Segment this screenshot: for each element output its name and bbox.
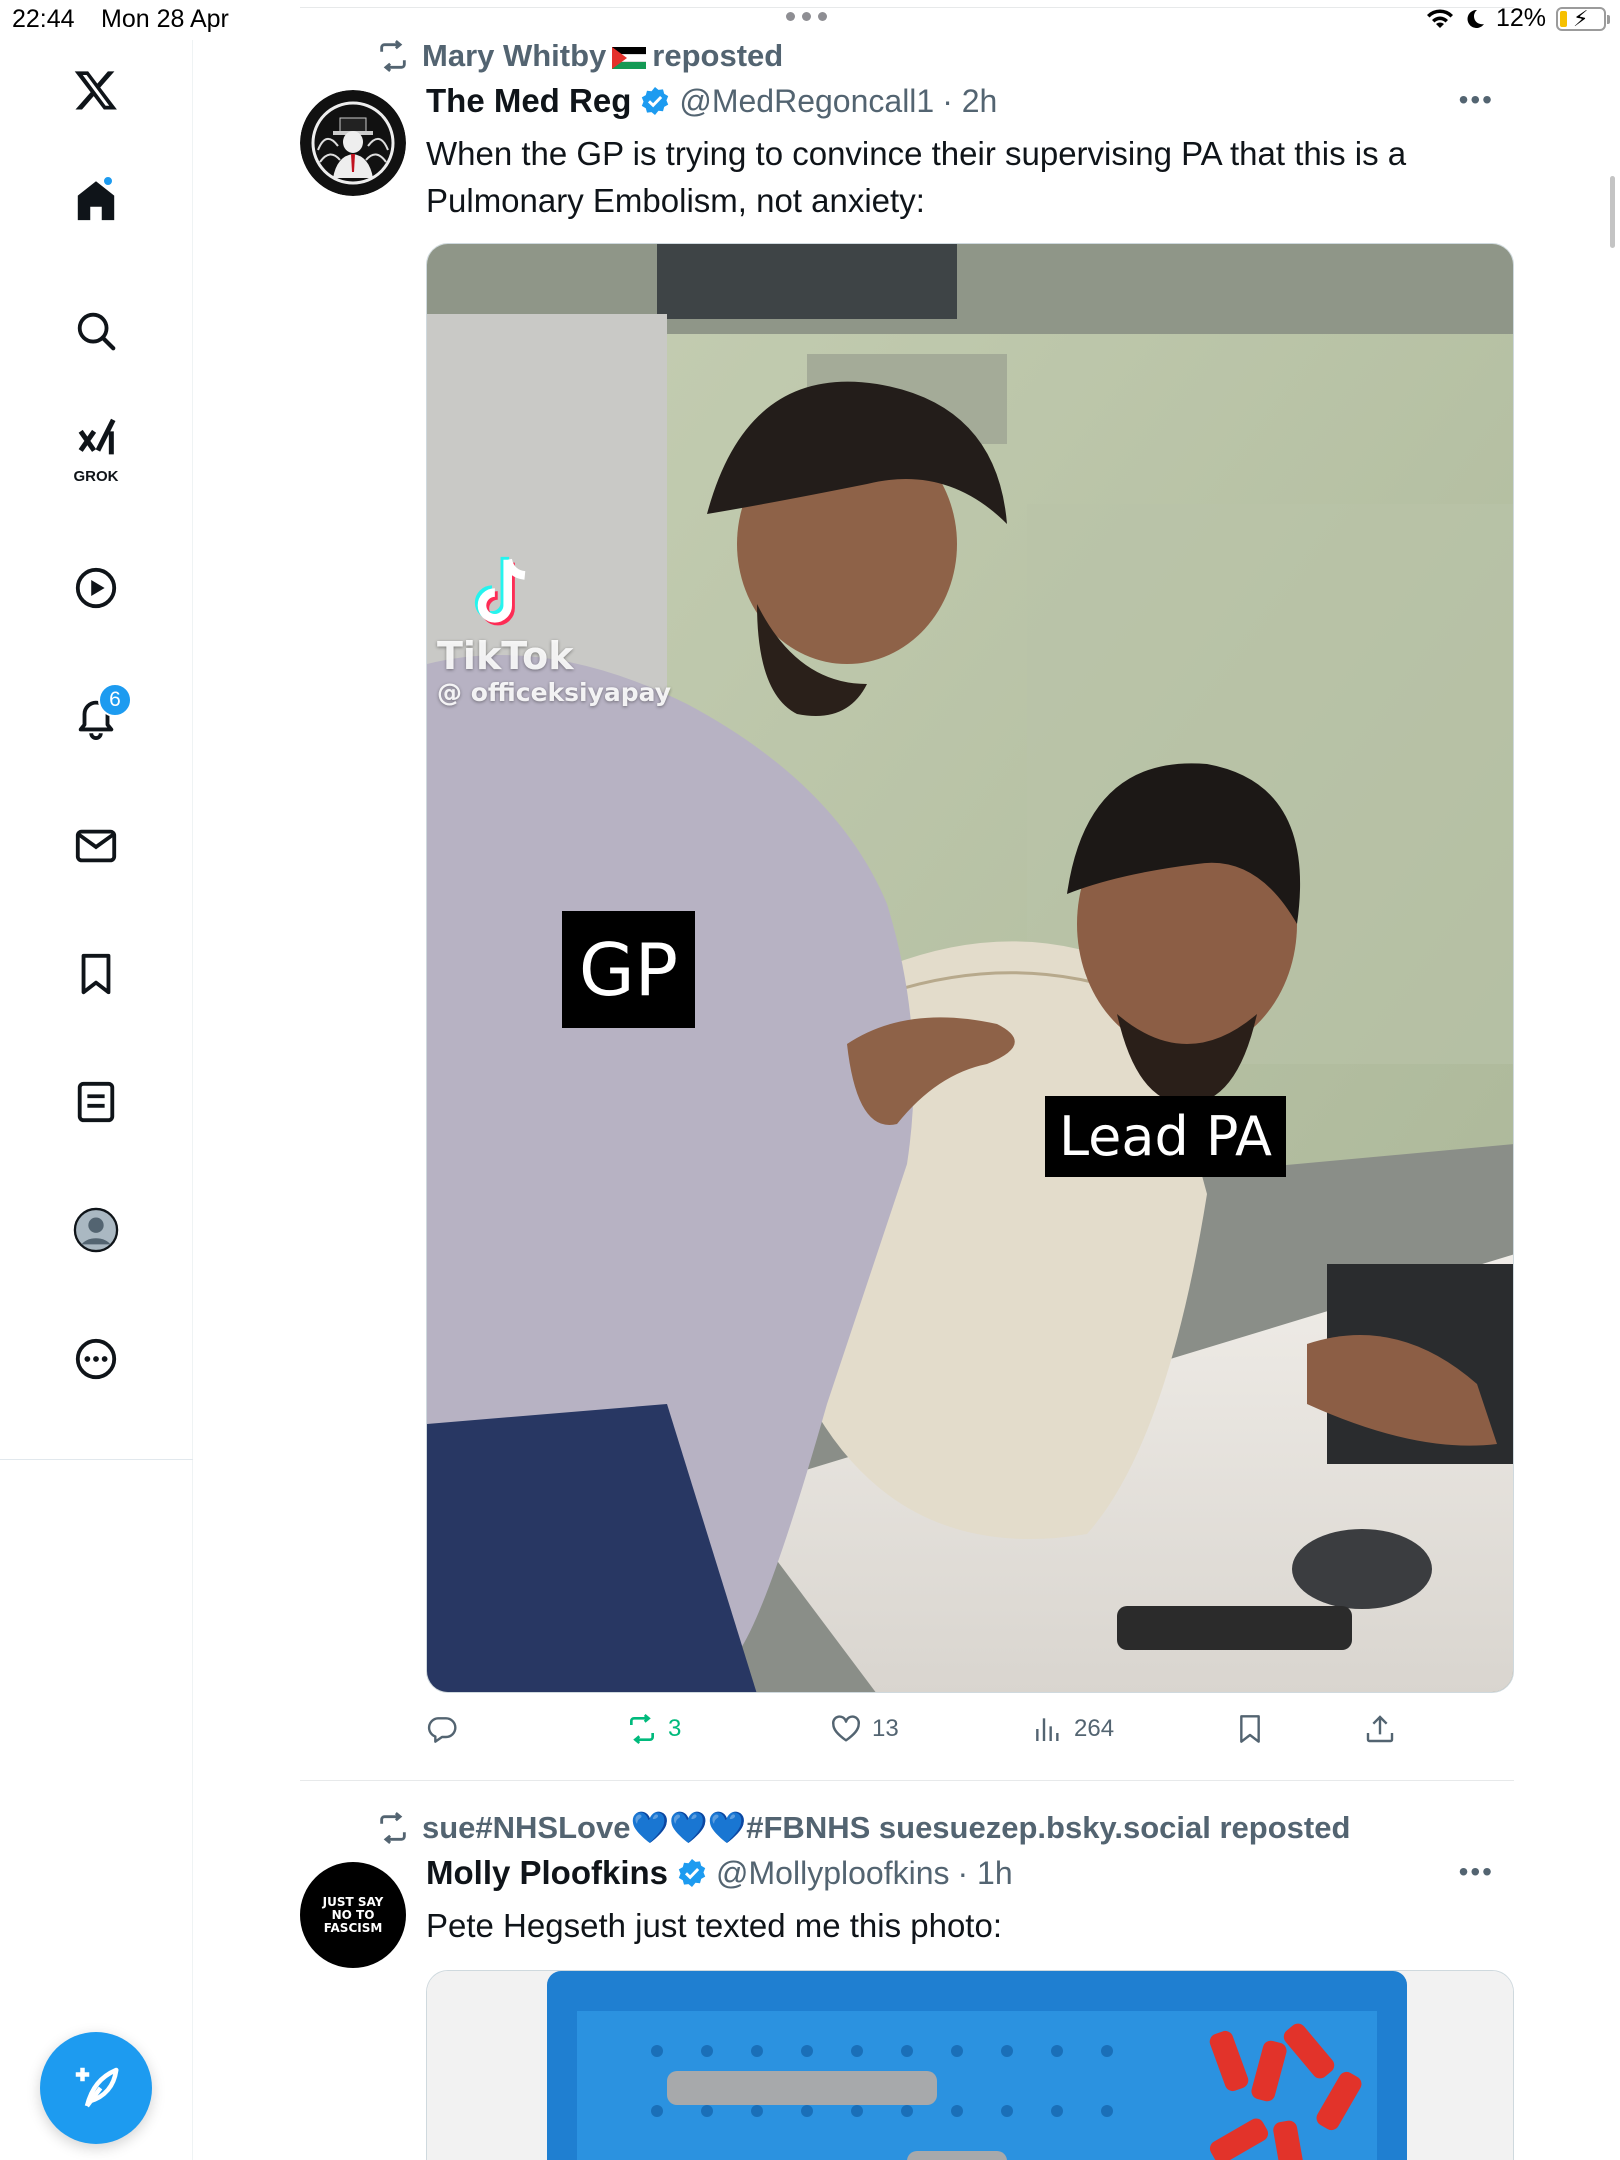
more-options-icon[interactable]: ••• [1459, 84, 1494, 116]
verified-badge-icon [678, 1859, 706, 1887]
repost-count: 3 [668, 1715, 682, 1742]
repost-user[interactable]: Mary Whitby [422, 38, 606, 73]
repost-icon [630, 1713, 654, 1745]
like-count: 13 [872, 1715, 899, 1742]
reply-icon [427, 1717, 457, 1743]
repost-context[interactable]: sue#NHSLove💙💙💙#FBNHS suesuezep.bsky.soci… [376, 1809, 1350, 1846]
sidebar-item-profile[interactable] [60, 1194, 132, 1266]
share-button[interactable] [1364, 1713, 1396, 1745]
repost-context[interactable]: Mary Whitby reposted [376, 38, 783, 74]
sidebar-item-messages[interactable] [60, 810, 132, 882]
views-chart-icon [1036, 1718, 1059, 1741]
scrollbar-thumb[interactable] [1610, 176, 1615, 248]
tweet[interactable]: Mary Whitby reposted The Med Reg @MedRego… [300, 0, 1514, 1782]
verified-badge-icon [642, 87, 669, 115]
sidebar-item-grok[interactable]: GROK [60, 410, 132, 485]
tiktok-user: @ officeksiyapay [437, 678, 672, 707]
grok-label: GROK [73, 468, 119, 485]
timestamp[interactable]: · 2h [942, 83, 997, 120]
display-name[interactable]: The Med Reg [426, 82, 631, 120]
search-icon [77, 312, 116, 351]
sidebar-item-videos[interactable] [60, 552, 132, 624]
battery-icon: ⚡ [1556, 6, 1610, 31]
sidebar-item-bookmarks[interactable] [60, 938, 132, 1010]
tweet-actions: 3 13 264 [426, 1713, 1514, 1757]
handle[interactable]: @MedRegoncall1 [679, 83, 934, 120]
profile-avatar-icon [73, 1207, 119, 1253]
sidebar-item-home[interactable] [60, 165, 132, 237]
avatar[interactable] [300, 90, 406, 196]
palestine-flag-icon [612, 46, 647, 69]
repost-icon [380, 40, 406, 72]
status-date: Mon 28 Apr [101, 5, 229, 33]
repost-suffix: reposted [652, 38, 784, 73]
envelope-icon [75, 829, 117, 863]
status-time: 22:44 [12, 5, 75, 33]
repost-icon [380, 1811, 406, 1844]
sidebar-item-notifications[interactable]: 6 [60, 681, 132, 753]
view-count: 264 [1074, 1715, 1115, 1742]
sidebar-item-explore[interactable] [60, 295, 132, 367]
sidebar-divider [0, 1459, 193, 1460]
sidebar-item-more[interactable] [60, 1323, 132, 1395]
more-circle-icon [75, 1338, 117, 1380]
tiktok-brand: TikTok [437, 634, 574, 678]
meme-label-lead-pa: Lead PA [1045, 1096, 1286, 1177]
timestamp[interactable]: · 1h [957, 1855, 1012, 1892]
compose-post-button[interactable] [40, 2032, 152, 2144]
tiktok-watermark: TikTok @ officeksiyapay [437, 554, 671, 707]
sidebar-item-lists[interactable] [60, 1066, 132, 1138]
list-icon [77, 1081, 115, 1123]
tweet[interactable]: sue#NHSLove💙💙💙#FBNHS suesuezep.bsky.soci… [300, 1782, 1514, 2160]
feather-plus-icon [75, 2067, 119, 2108]
tweet-media-image[interactable] [426, 1970, 1514, 2160]
reply-button[interactable] [426, 1713, 468, 1745]
tiktok-logo-icon [474, 556, 526, 626]
bookmark-button[interactable] [1234, 1713, 1266, 1745]
tweet-media-image[interactable]: TikTok @ officeksiyapay GP Lead PA [426, 243, 1514, 1693]
repost-user[interactable]: sue#NHSLove💙💙💙#FBNHS suesuezep.bsky.soci… [422, 1809, 1350, 1846]
handle[interactable]: @Mollyploofkins [716, 1855, 949, 1892]
share-upload-icon [1366, 1715, 1394, 1743]
avatar[interactable]: JUST SAY NO TO FASCISM [300, 1862, 406, 1968]
x-logo-icon[interactable] [60, 54, 132, 126]
repost-button[interactable]: 3 [626, 1713, 681, 1745]
home-new-dot [102, 175, 114, 187]
like-button[interactable]: 13 [830, 1713, 899, 1745]
tweet-header: Molly Ploofkins @Mollyploofkins · 1h [426, 1854, 1013, 1892]
heart-icon [832, 1715, 860, 1742]
views-button[interactable]: 264 [1032, 1713, 1114, 1745]
tweet-divider [300, 1780, 1514, 1781]
bookmark-icon [81, 953, 111, 995]
grok-icon [78, 418, 116, 455]
tweet-text: Pete Hegseth just texted me this photo: [426, 1907, 1003, 1944]
display-name[interactable]: Molly Ploofkins [426, 1854, 668, 1892]
sidebar: GROK 6 [0, 40, 193, 2160]
tweet-header: The Med Reg @MedRegoncall1 · 2h [426, 82, 997, 120]
notification-badge: 6 [98, 683, 132, 717]
bookmark-icon [1240, 1715, 1260, 1743]
meme-label-gp: GP [562, 911, 695, 1028]
avatar-text: JUST SAY NO TO FASCISM [322, 1894, 384, 1935]
more-options-icon[interactable]: ••• [1459, 1856, 1494, 1888]
play-icon [75, 567, 117, 609]
tweet-text: When the GP is trying to convince their … [426, 135, 1407, 219]
